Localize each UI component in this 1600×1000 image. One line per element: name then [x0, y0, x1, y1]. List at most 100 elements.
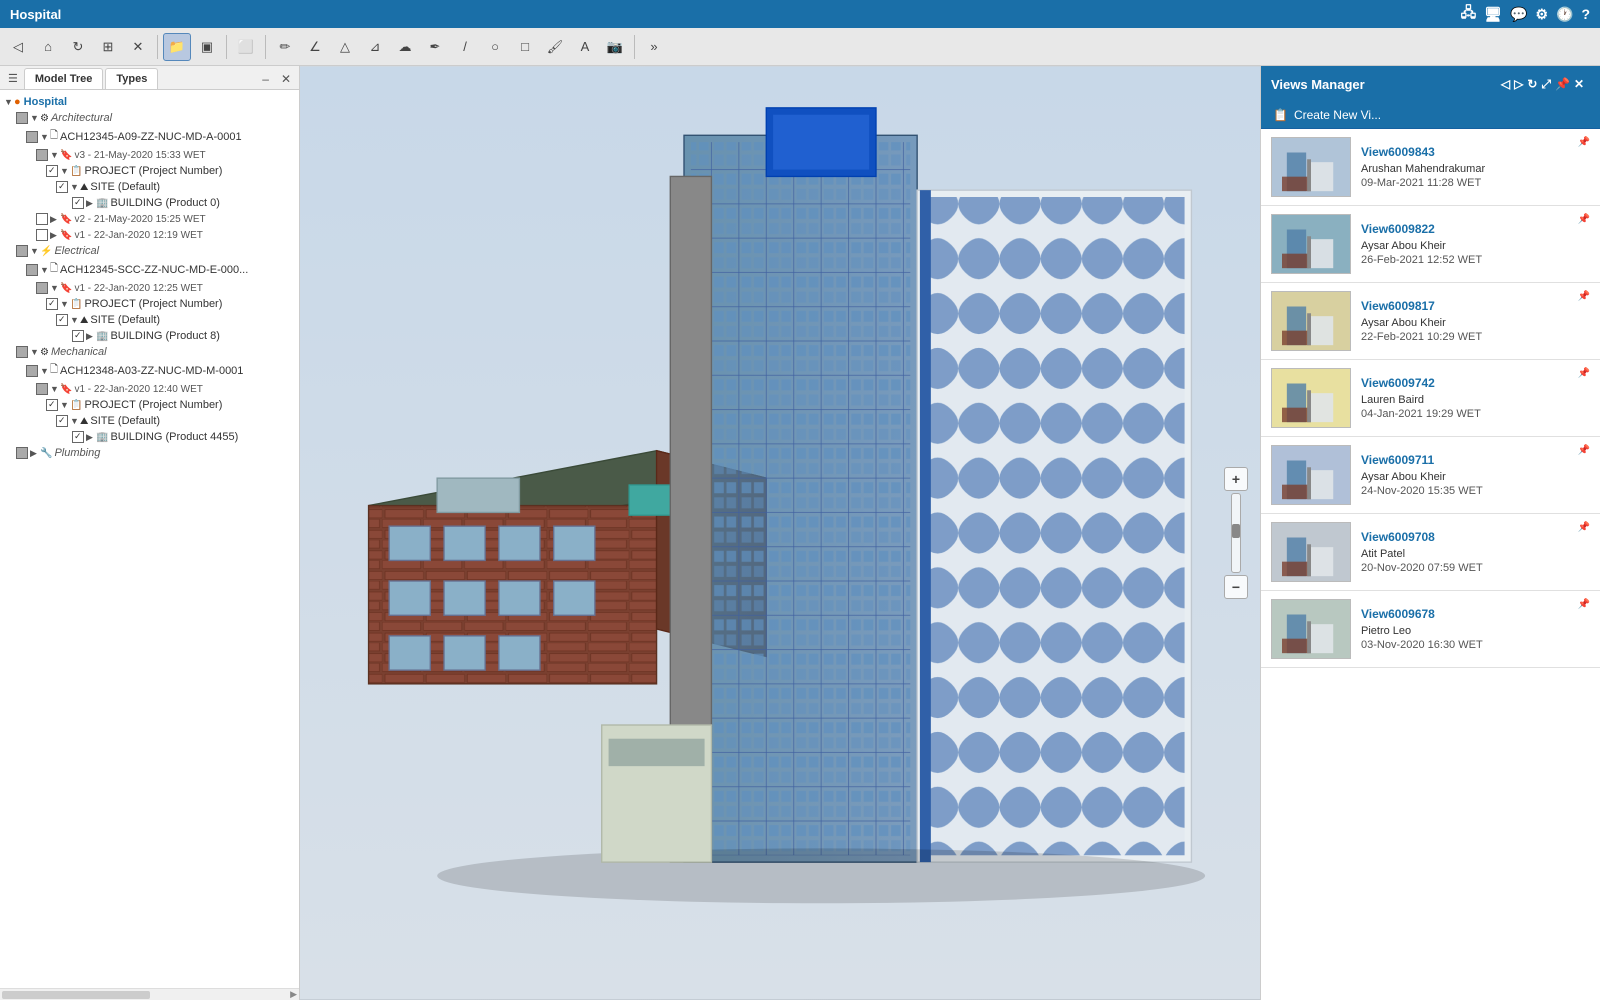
tree-item-v1-elec[interactable]: ▼ 🔖 v1 - 22-Jan-2020 12:25 WET [0, 280, 299, 296]
view-name-View6009817[interactable]: View6009817 [1361, 299, 1568, 313]
tree-expand-v1-elec[interactable]: ▼ [50, 283, 58, 293]
tree-expand-building-arch[interactable]: ▶ [86, 198, 94, 209]
tree-checkbox-ach-arch[interactable] [26, 131, 38, 143]
tree-item-electrical[interactable]: ▼ ⚡ Electrical [0, 243, 299, 259]
tree-item-v1-mech[interactable]: ▼ 🔖 v1 - 22-Jan-2020 12:40 WET [0, 381, 299, 397]
view-item-View6009822[interactable]: View6009822Aysar Abou Kheir26-Feb-2021 1… [1261, 206, 1600, 283]
measure-button[interactable]: ⊿ [361, 33, 389, 61]
tab-model-tree[interactable]: Model Tree [24, 68, 103, 89]
panel-minimize-button[interactable]: – [258, 70, 273, 88]
tree-checkbox-mech[interactable] [16, 346, 28, 358]
tree-checkbox-elec[interactable] [16, 245, 28, 257]
zoom-out-button[interactable]: − [1224, 575, 1248, 599]
tree-checkbox-plumb[interactable] [16, 447, 28, 459]
tree-item-ach-mech[interactable]: ▼ 🗋 ACH12348-A03-ZZ-NUC-MD-M-0001 [0, 360, 299, 381]
view-pin-View6009822[interactable]: 📌 [1578, 214, 1590, 225]
tree-item-hospital[interactable]: ▼ ● Hospital [0, 94, 299, 110]
tree-expand-elec[interactable]: ▼ [30, 246, 38, 256]
tree-checkbox-building-elec[interactable] [72, 330, 84, 342]
view-name-View6009822[interactable]: View6009822 [1361, 222, 1568, 236]
view-item-View6009817[interactable]: View6009817Aysar Abou Kheir22-Feb-2021 1… [1261, 283, 1600, 360]
zoom-in-button[interactable]: + [1224, 467, 1248, 491]
triangle-button[interactable]: △ [331, 33, 359, 61]
tree-expand-v2[interactable]: ▶ [50, 214, 58, 225]
view-pin-View6009843[interactable]: 📌 [1578, 137, 1590, 148]
tree-item-architectural[interactable]: ▼ ⚙ Architectural [0, 110, 299, 126]
panel-close-button[interactable]: ✕ [277, 70, 295, 88]
refresh-button[interactable]: ↻ [64, 33, 92, 61]
tree-expand-plumb[interactable]: ▶ [30, 448, 38, 459]
views-refresh-icon[interactable]: ↻ [1527, 77, 1537, 91]
circle-button[interactable]: ○ [481, 33, 509, 61]
tree-item-v1-arch[interactable]: ▶ 🔖 v1 - 22-Jan-2020 12:19 WET [0, 227, 299, 243]
tree-item-site-mech[interactable]: ▼ ⛰ SITE (Default) [0, 413, 299, 429]
panel-icon[interactable]: ☰ [4, 68, 22, 89]
tree-checkbox-building-arch[interactable] [72, 197, 84, 209]
view-name-View6009708[interactable]: View6009708 [1361, 530, 1568, 544]
views-close-icon[interactable]: ✕ [1574, 77, 1584, 91]
create-new-view-button[interactable]: 📋 Create New Vi... [1261, 102, 1600, 129]
tree-checkbox-project-elec[interactable] [46, 298, 58, 310]
tree-checkbox-arch[interactable] [16, 112, 28, 124]
view-pin-View6009711[interactable]: 📌 [1578, 445, 1590, 456]
tree-item-ach-arch[interactable]: ▼ 🗋 ACH12345-A09-ZZ-NUC-MD-A-0001 [0, 126, 299, 147]
tree-expand-project-arch[interactable]: ▼ [60, 166, 68, 176]
tree-expand-project-mech[interactable]: ▼ [60, 400, 68, 410]
tree-expand-site-elec[interactable]: ▼ [70, 315, 78, 325]
view-item-View6009678[interactable]: View6009678Pietro Leo03-Nov-2020 16:30 W… [1261, 591, 1600, 668]
network-icon[interactable]: 🖧 [1461, 2, 1477, 26]
tree-checkbox-v3-arch[interactable] [36, 149, 48, 161]
tree-item-v2-arch[interactable]: ▶ 🔖 v2 - 21-May-2020 15:25 WET [0, 211, 299, 227]
tree-expand-building-mech[interactable]: ▶ [86, 432, 94, 443]
tree-item-building-elec[interactable]: ▶ 🏢 BUILDING (Product 8) [0, 328, 299, 344]
tree-item-ach-elec[interactable]: ▼ 🗋 ACH12345-SCC-ZZ-NUC-MD-E-000... [0, 259, 299, 280]
view-pin-View6009742[interactable]: 📌 [1578, 368, 1590, 379]
scroll-arrow-right[interactable]: ▶ [290, 989, 297, 1000]
settings-button[interactable]: ✕ [124, 33, 152, 61]
tree-checkbox-v1-mech[interactable] [36, 383, 48, 395]
tree-checkbox-project-mech[interactable] [46, 399, 58, 411]
line-button[interactable]: / [451, 33, 479, 61]
tree-expand-arch[interactable]: ▼ [30, 113, 38, 123]
tree-expand-ach-mech[interactable]: ▼ [40, 366, 48, 376]
tree-item-site-elec[interactable]: ▼ ⛰ SITE (Default) [0, 312, 299, 328]
tree-item-project-arch[interactable]: ▼ 📋 PROJECT (Project Number) [0, 163, 299, 179]
view-pin-View6009817[interactable]: 📌 [1578, 291, 1590, 302]
tree-expand-mech[interactable]: ▼ [30, 347, 38, 357]
tree-checkbox-site-elec[interactable] [56, 314, 68, 326]
view-name-View6009742[interactable]: View6009742 [1361, 376, 1568, 390]
tree-checkbox-building-mech[interactable] [72, 431, 84, 443]
tree-checkbox-site-mech[interactable] [56, 415, 68, 427]
chat-icon[interactable]: 💬 [1510, 6, 1527, 23]
tree-item-plumbing[interactable]: ▶ 🔧 Plumbing [0, 445, 299, 461]
tree-expand-building-elec[interactable]: ▶ [86, 331, 94, 342]
pen-button[interactable]: ✒ [421, 33, 449, 61]
tree-checkbox-v1-arch[interactable] [36, 229, 48, 241]
settings-icon[interactable]: ⚙ [1535, 6, 1548, 23]
tree-checkbox-site-arch[interactable] [56, 181, 68, 193]
more-button[interactable]: » [640, 33, 668, 61]
view-name-View6009711[interactable]: View6009711 [1361, 453, 1568, 467]
views-forward-icon[interactable]: ▷ [1514, 77, 1523, 91]
view-name-View6009843[interactable]: View6009843 [1361, 145, 1568, 159]
tree-expand-v3[interactable]: ▼ [50, 150, 58, 160]
tree-expand-ach-elec[interactable]: ▼ [40, 265, 48, 275]
home-button[interactable]: ⌂ [34, 33, 62, 61]
view-item-View6009708[interactable]: View6009708Atit Patel20-Nov-2020 07:59 W… [1261, 514, 1600, 591]
hierarchy-button[interactable]: ⊞ [94, 33, 122, 61]
tree-item-v3-arch[interactable]: ▼ 🔖 v3 - 21-May-2020 15:33 WET [0, 147, 299, 163]
tree-checkbox-project-arch[interactable] [46, 165, 58, 177]
tree-expand-v1-arch[interactable]: ▶ [50, 230, 58, 241]
tree-expand-project-elec[interactable]: ▼ [60, 299, 68, 309]
tree-expand-icon[interactable]: ▼ [4, 97, 12, 107]
text-button[interactable]: A [571, 33, 599, 61]
tree-item-project-mech[interactable]: ▼ 📋 PROJECT (Project Number) [0, 397, 299, 413]
tree-expand-ach-arch[interactable]: ▼ [40, 132, 48, 142]
monitor-icon[interactable]: 🖥 [1484, 6, 1502, 23]
3d-viewport[interactable]: FRONT TOP [300, 66, 1260, 1000]
views-resize-icon[interactable]: ⤢ [1541, 77, 1551, 92]
view-item-View6009711[interactable]: View6009711Aysar Abou Kheir24-Nov-2020 1… [1261, 437, 1600, 514]
tree-item-site-arch[interactable]: ▼ ⛰ SITE (Default) [0, 179, 299, 195]
angle-button[interactable]: ∠ [301, 33, 329, 61]
back-button[interactable]: ◁ [4, 33, 32, 61]
